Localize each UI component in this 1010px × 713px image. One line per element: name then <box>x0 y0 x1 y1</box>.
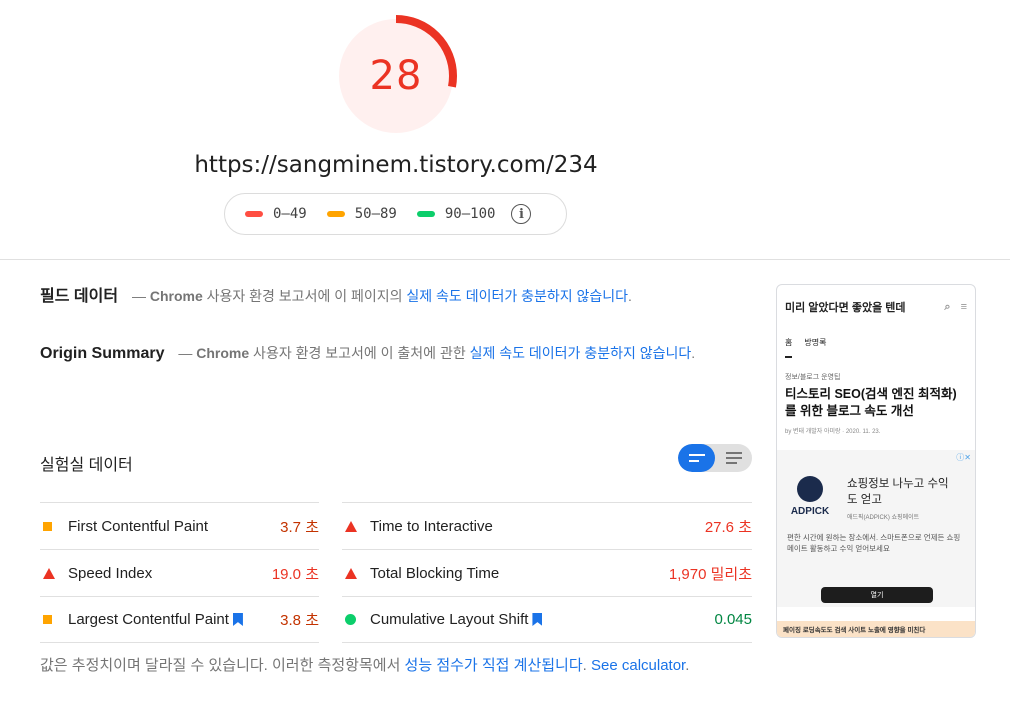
list-view-button[interactable] <box>715 444 752 472</box>
origin-summary-section: Origin Summary — Chrome 사용자 환경 보고서에 이 출처… <box>40 341 700 366</box>
legend-item-fail: 0–49 <box>245 206 307 222</box>
origin-summary-text: 사용자 환경 보고서에 이 출처에 관한 <box>249 345 470 361</box>
legend-fail-swatch <box>245 211 263 217</box>
metric-label: Total Blocking Time <box>370 565 669 582</box>
field-data-dash: — <box>131 288 146 304</box>
metric-label: Time to Interactive <box>370 518 705 535</box>
legend-average-label: 50–89 <box>354 206 397 222</box>
origin-summary-dash: — <box>178 345 193 361</box>
final-screenshot-thumbnail: 미리 알았다면 좋았을 텐데 ⌕ ≡ 홈 방명록 정보/블로그 운영팁 티스토리… <box>776 284 976 638</box>
score-legend: 0–49 50–89 90–100 i <box>224 193 567 235</box>
lab-data-footnote: 값은 추정치이며 달라질 수 있습니다. 이러한 측정항목에서 성능 점수가 직… <box>40 654 720 678</box>
fail-triangle-icon <box>345 520 357 532</box>
metric-name-tti: Time to Interactive <box>370 517 493 535</box>
footnote-text: 값은 추정치이며 달라질 수 있습니다. 이러한 측정항목에서 <box>40 657 405 674</box>
thumb-footer-banner: 페이징 로딩속도도 검색 사이트 노출에 영향을 미친다 <box>777 621 975 637</box>
menu-icon: ≡ <box>960 300 967 313</box>
legend-pass-label: 90–100 <box>444 206 496 222</box>
field-data-brand: Chrome <box>149 288 203 304</box>
field-data-text: 사용자 환경 보고서에 이 페이지의 <box>202 288 407 304</box>
ad-choices-icon: ⓘ✕ <box>956 453 971 462</box>
metric-label: First Contentful Paint <box>68 518 280 535</box>
origin-summary-end: . <box>691 345 696 361</box>
metric-name-fcp: First Contentful Paint <box>68 517 209 535</box>
summary-view-icon <box>688 454 705 462</box>
header-divider <box>0 259 1010 260</box>
adpick-brand: ADPICK <box>790 506 830 517</box>
field-data-link[interactable]: 실제 속도 데이터가 충분하지 않습니다 <box>406 288 628 304</box>
metric-value-fcp: 3.7 초 <box>280 518 319 536</box>
adpick-logo-icon <box>797 476 823 502</box>
origin-summary-title: Origin Summary <box>40 345 165 362</box>
metric-label: Cumulative Layout Shift <box>370 611 714 628</box>
metric-total-blocking-time: Total Blocking Time 1,970 밀리초 <box>342 549 752 596</box>
see-calculator-link[interactable]: See calculator <box>591 657 685 674</box>
thumb-post-title: 티스토리 SEO(검색 엔진 최적화)를 위한 블로그 속도 개선 <box>785 387 957 418</box>
legend-item-pass: 90–100 <box>416 206 496 222</box>
metrics-column-right: Time to Interactive 27.6 초 Total Blockin… <box>342 502 752 643</box>
tested-page-url: https://sangminem.tistory.com/234 <box>194 152 598 178</box>
metric-value-cls: 0.045 <box>714 611 752 628</box>
footnote-end: . <box>685 657 690 674</box>
origin-summary-brand: Chrome <box>196 345 250 361</box>
metric-name-tbt: Total Blocking Time <box>370 564 500 582</box>
performance-score-value: 28 <box>369 53 423 99</box>
thumb-tab-home: 홈 <box>785 337 793 358</box>
metric-name-si: Speed Index <box>68 564 153 582</box>
metric-time-to-interactive: Time to Interactive 27.6 초 <box>342 502 752 549</box>
metric-name-cls: Cumulative Layout Shift <box>370 611 529 628</box>
metric-value-tti: 27.6 초 <box>704 518 752 536</box>
lab-data-title: 실험실 데이터 <box>40 457 133 474</box>
legend-item-average: 50–89 <box>326 206 397 222</box>
origin-summary-link[interactable]: 실제 속도 데이터가 충분하지 않습니다 <box>470 345 692 361</box>
fail-triangle-icon <box>43 567 55 579</box>
info-icon[interactable]: i <box>511 204 532 224</box>
metrics-column-left: First Contentful Paint 3.7 초 Speed Index… <box>40 502 319 643</box>
metric-label: Largest Contentful Paint <box>68 611 280 628</box>
metric-first-contentful-paint: First Contentful Paint 3.7 초 <box>40 502 319 549</box>
legend-average-swatch <box>326 211 345 217</box>
performance-score-gauge: 28 <box>335 15 457 137</box>
field-data-section: 필드 데이터 — Chrome 사용자 환경 보고서에 이 페이지의 실제 속도… <box>40 284 700 309</box>
pass-circle-icon <box>345 614 356 625</box>
bookmark-icon[interactable] <box>532 613 543 626</box>
field-data-title: 필드 데이터 <box>40 288 119 305</box>
summary-view-button[interactable] <box>678 444 715 472</box>
thumb-blog-title: 미리 알았다면 좋았을 텐데 <box>785 302 906 314</box>
metric-value-tbt: 1,970 밀리초 <box>668 565 752 583</box>
list-view-icon <box>725 452 742 464</box>
thumb-tabs: 홈 방명록 <box>777 337 975 358</box>
fail-triangle-icon <box>345 567 357 579</box>
score-calculation-link[interactable]: 성능 점수가 직접 계산됩니다 <box>405 657 583 674</box>
thumb-category: 정보/블로그 운영팁 <box>785 374 841 381</box>
metric-value-si: 19.0 초 <box>271 565 319 583</box>
legend-fail-label: 0–49 <box>273 206 307 222</box>
ad-sub: 애드픽(ADPICK) 쇼핑메이트 <box>847 515 920 521</box>
metric-cumulative-layout-shift: Cumulative Layout Shift 0.045 <box>342 596 752 643</box>
average-square-icon <box>43 615 52 624</box>
footnote-period: . <box>582 657 587 674</box>
thumb-ad: ⓘ✕ ADPICK 쇼핑정보 나누고 수익도 얻고 애드픽(ADPICK) 쇼핑… <box>777 450 975 607</box>
thumb-post-meta: by 변태 개발자 아미랑 · 2020. 11. 23. <box>785 429 881 435</box>
metric-speed-index: Speed Index 19.0 초 <box>40 549 319 596</box>
thumb-header: 미리 알았다면 좋았을 텐데 ⌕ ≡ <box>777 285 975 329</box>
ad-headline: 쇼핑정보 나누고 수익도 얻고 <box>847 478 949 506</box>
search-icon: ⌕ <box>944 300 951 313</box>
ad-body: 편한 시간에 원하는 장소에서. 스마트폰으로 언제든 쇼핑메이트 활동하고 수… <box>787 533 961 553</box>
metric-largest-contentful-paint: Largest Contentful Paint 3.8 초 <box>40 596 319 643</box>
metric-label: Speed Index <box>68 565 272 582</box>
average-square-icon <box>43 521 52 531</box>
ad-open-button: 열기 <box>821 587 933 603</box>
field-data-end: . <box>628 288 632 304</box>
thumb-tab-guestbook: 방명록 <box>804 338 827 347</box>
legend-pass-swatch <box>416 211 435 217</box>
adpick-logo: ADPICK <box>787 476 833 517</box>
bookmark-icon[interactable] <box>232 613 243 626</box>
metric-name-lcp: Largest Contentful Paint <box>68 611 229 628</box>
view-toggle <box>678 444 752 472</box>
metric-value-lcp: 3.8 초 <box>280 612 319 629</box>
